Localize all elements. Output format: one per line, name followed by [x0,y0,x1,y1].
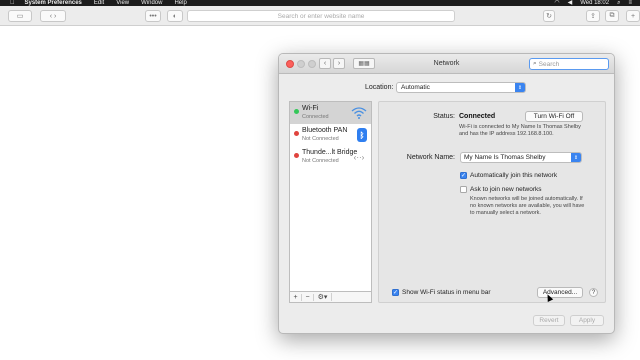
ask-join-checkbox[interactable] [460,186,467,193]
sidebar-toggle-icon[interactable]: ▭ [8,10,32,22]
status-value: Connected [459,113,496,120]
apply-button[interactable]: Apply [570,315,604,326]
revert-button[interactable]: Revert [533,315,565,326]
tabs-overview-icon[interactable]: ⧉ [605,10,619,22]
ask-join-label: Ask to join new networks [470,186,542,193]
status-dot [294,131,299,136]
address-bar[interactable]: Search or enter website name [187,10,455,22]
share-icon[interactable]: ⇪ [586,10,600,22]
preferences-search-input[interactable]: ⌕ Search [529,58,609,70]
service-item-bluetooth-pan[interactable]: Bluetooth PAN Not Connected ᛒ [290,124,371,146]
auto-join-checkbox[interactable]: ✓ [460,172,467,179]
service-item-thunderbolt-bridge[interactable]: Thunde...lt Bridge Not Connected ‹··› [290,146,371,168]
back-forward-buttons[interactable]: ‹ › [40,10,66,22]
wifi-detail-pane: Status: Connected Turn Wi-Fi Off Wi-Fi i… [378,101,606,303]
network-name-value: My Name Is Thomas Shelby [464,154,546,161]
status-dot [294,109,299,114]
service-list-controls: + − ⚙▾ [289,292,372,303]
bluetooth-icon: ᛒ [357,128,367,142]
search-icon: ⌕ [533,60,537,67]
gear-menu-icon[interactable]: ⚙▾ [314,293,332,301]
location-select[interactable]: Automatic ⇕ [396,82,526,93]
window-titlebar: ‹ › ▦▦ Network ⌕ Search [279,54,614,74]
refresh-icon[interactable]: ↻ [543,10,555,22]
remove-service-button[interactable]: − [302,293,314,301]
select-arrows-icon: ⇕ [515,83,525,92]
service-list: Wi-Fi Connected Bluetooth PAN Not Connec… [289,101,372,292]
auto-join-label: Automatically join this network [470,172,558,179]
service-name: Bluetooth PAN [302,127,348,134]
service-status: Not Connected [302,158,339,164]
service-status: Not Connected [302,136,339,142]
new-tab-icon[interactable]: + [626,10,640,22]
status-label: Status: [433,113,455,120]
status-dot [294,153,299,158]
thunderbolt-bridge-icon: ‹··› [353,152,365,162]
reader-button[interactable]: ••• [145,10,161,22]
network-preferences-window: ‹ › ▦▦ Network ⌕ Search Location: Automa… [278,53,615,334]
service-name: Thunde...lt Bridge [302,149,358,156]
show-wifi-status-checkbox[interactable]: ✓ [392,289,399,296]
privacy-shield-icon[interactable]: ◐ [167,10,183,22]
location-value: Automatic [401,84,430,91]
add-service-button[interactable]: + [290,293,302,301]
advanced-button[interactable]: Advanced... [537,287,583,298]
status-description: Wi-Fi is connected to My Name Is Thomas … [459,124,581,137]
service-item-wifi[interactable]: Wi-Fi Connected [290,102,371,124]
search-placeholder: Search [538,60,560,68]
location-label: Location: [365,84,394,91]
wifi-icon [351,106,367,120]
service-status: Connected [302,114,329,120]
browser-toolbar: ▭ ‹ › ••• ◐ Search or enter website name… [0,6,640,26]
network-name-label: Network Name: [406,154,455,161]
ask-join-description: Known networks will be joined automatica… [470,196,585,216]
help-button[interactable]: ? [589,288,598,297]
show-wifi-status-label: Show Wi-Fi status in menu bar [402,289,491,296]
turn-wifi-off-button[interactable]: Turn Wi-Fi Off [525,111,583,122]
service-name: Wi-Fi [302,105,319,112]
select-arrows-icon: ⇕ [571,153,581,162]
network-name-select[interactable]: My Name Is Thomas Shelby ⇕ [460,152,582,163]
address-placeholder: Search or enter website name [277,12,365,20]
